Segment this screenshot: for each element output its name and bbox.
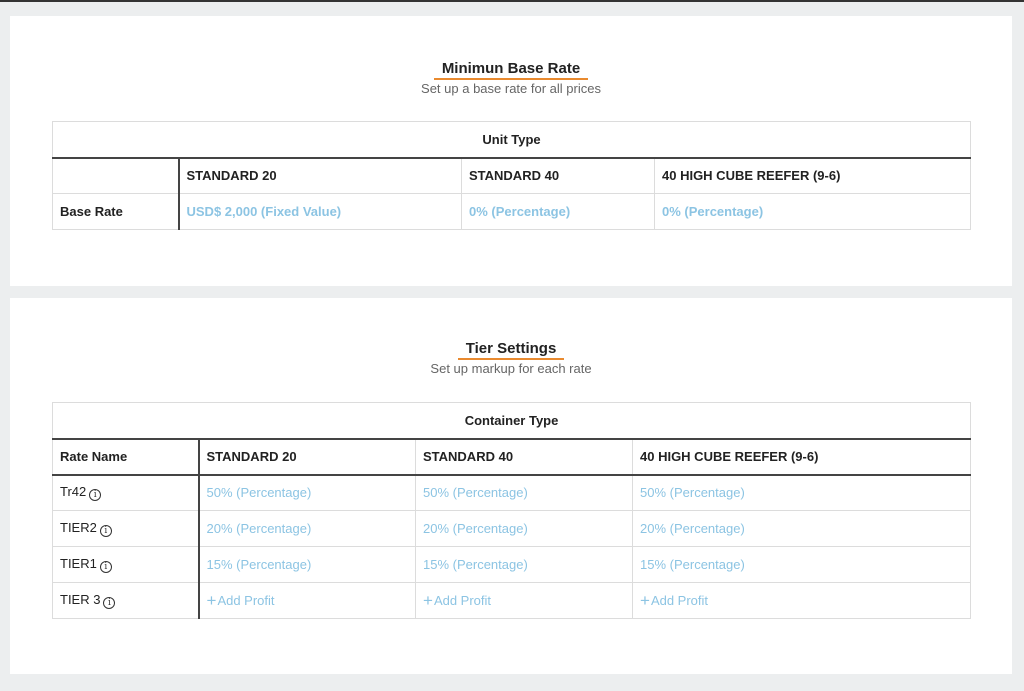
info-icon[interactable]: i <box>99 561 112 573</box>
rate-name-header: Rate Name <box>52 438 200 476</box>
tier-name-cell: Tr42 i <box>52 474 200 511</box>
plus-icon: + <box>206 590 217 610</box>
tier-value-standard-20[interactable]: 50% (Percentage) <box>198 474 416 511</box>
column-standard-20: STANDARD 20 <box>198 438 416 476</box>
info-icon[interactable]: i <box>89 489 102 502</box>
unit-type-columns-row: STANDARD 20 STANDARD 40 40 HIGH CUBE REE… <box>52 157 972 194</box>
tier-value-40-high-cube[interactable]: 50% (Percentage) <box>631 474 972 511</box>
add-profit-button[interactable]: +Add Profit <box>631 582 972 619</box>
tier-value-standard-40[interactable]: 50% (Percentage) <box>415 474 633 511</box>
add-profit-button[interactable]: +Add Profit <box>198 582 416 619</box>
column-40-high-cube-reefer: 40 HIGH CUBE REEFER (9-6) <box>653 157 972 194</box>
add-profit-button[interactable]: +Add Profit <box>415 582 633 619</box>
tier-row-tier3: TIER 3i +Add Profit +Add Profit +Add Pro… <box>52 582 972 619</box>
tier-value-standard-20[interactable]: 15% (Percentage) <box>198 546 416 583</box>
tier-name-cell: TIER2 i <box>52 510 200 547</box>
container-type-header: Container Type <box>51 402 972 440</box>
info-icon[interactable]: i <box>103 597 116 609</box>
tier-value-standard-40[interactable]: 15% (Percentage) <box>415 546 633 583</box>
info-icon[interactable]: i <box>99 525 112 537</box>
base-rate-table: Unit Type STANDARD 20 STANDARD 40 40 HIG… <box>51 121 972 230</box>
add-profit-label: Add Profit <box>217 592 275 608</box>
tier-settings-table: Container Type Rate Name STANDARD 20 STA… <box>51 402 972 619</box>
column-40-high-cube-reefer: 40 HIGH CUBE REEFER (9-6) <box>631 438 972 476</box>
tier-settings-panel: Tier Settings Set up markup for each rat… <box>10 298 1012 674</box>
plus-icon: + <box>640 590 650 610</box>
tier-row-tier1: TIER1 i 15% (Percentage) 15% (Percentage)… <box>52 546 972 583</box>
unit-type-header-row: Unit Type <box>51 121 972 159</box>
tier-value-standard-40[interactable]: 20% (Percentage) <box>415 510 633 547</box>
tier-row-tr42: Tr42 i 50% (Percentage) 50% (Percentage) … <box>52 474 972 511</box>
unit-type-header: Unit Type <box>51 121 972 159</box>
tier-settings-subtitle: Set up markup for each rate <box>430 361 592 376</box>
add-profit-label: Add Profit <box>433 592 492 608</box>
tier-columns-row: Rate Name STANDARD 20 STANDARD 40 40 HIG… <box>52 438 972 476</box>
tier-name: Tr42 <box>60 484 87 500</box>
tier-name: TIER 3 <box>60 592 101 607</box>
add-profit-label: Add Profit <box>650 592 709 608</box>
base-rate-40-high-cube[interactable]: 0% (Percentage) <box>653 193 972 230</box>
tier-settings-title: Tier Settings <box>457 340 565 360</box>
column-standard-20: STANDARD 20 <box>178 157 462 194</box>
tier-value-40-high-cube[interactable]: 20% (Percentage) <box>631 510 972 547</box>
base-rate-panel: Minimun Base Rate Set up a base rate for… <box>10 16 1012 286</box>
tier-name: TIER1 <box>60 556 97 571</box>
container-type-header-row: Container Type <box>51 402 972 440</box>
base-rate-label: Base Rate <box>52 193 180 230</box>
base-rate-row: Base Rate USD$ 2,000 (Fixed Value) 0% (P… <box>52 193 972 230</box>
tier-name-cell: TIER 3i <box>52 582 200 619</box>
base-rate-subtitle: Set up a base rate for all prices <box>421 81 601 96</box>
column-standard-40: STANDARD 40 <box>415 438 633 476</box>
tier-settings-header: Tier Settings Set up markup for each rat… <box>10 340 1012 377</box>
base-rate-header: Minimun Base Rate Set up a base rate for… <box>10 60 1012 97</box>
window-top-border <box>0 0 1024 2</box>
blank-header-cell <box>52 157 180 194</box>
base-rate-standard-20[interactable]: USD$ 2,000 (Fixed Value) <box>178 193 462 230</box>
base-rate-standard-40[interactable]: 0% (Percentage) <box>461 193 655 230</box>
tier-value-standard-20[interactable]: 20% (Percentage) <box>198 510 416 547</box>
tier-row-tier2: TIER2 i 20% (Percentage) 20% (Percentage)… <box>52 510 972 547</box>
tier-name-cell: TIER1 i <box>52 546 200 583</box>
base-rate-title: Minimun Base Rate <box>433 60 589 80</box>
plus-icon: + <box>423 590 433 610</box>
column-standard-40: STANDARD 40 <box>461 157 655 194</box>
tier-name: TIER2 <box>60 520 97 535</box>
tier-value-40-high-cube[interactable]: 15% (Percentage) <box>631 546 972 583</box>
